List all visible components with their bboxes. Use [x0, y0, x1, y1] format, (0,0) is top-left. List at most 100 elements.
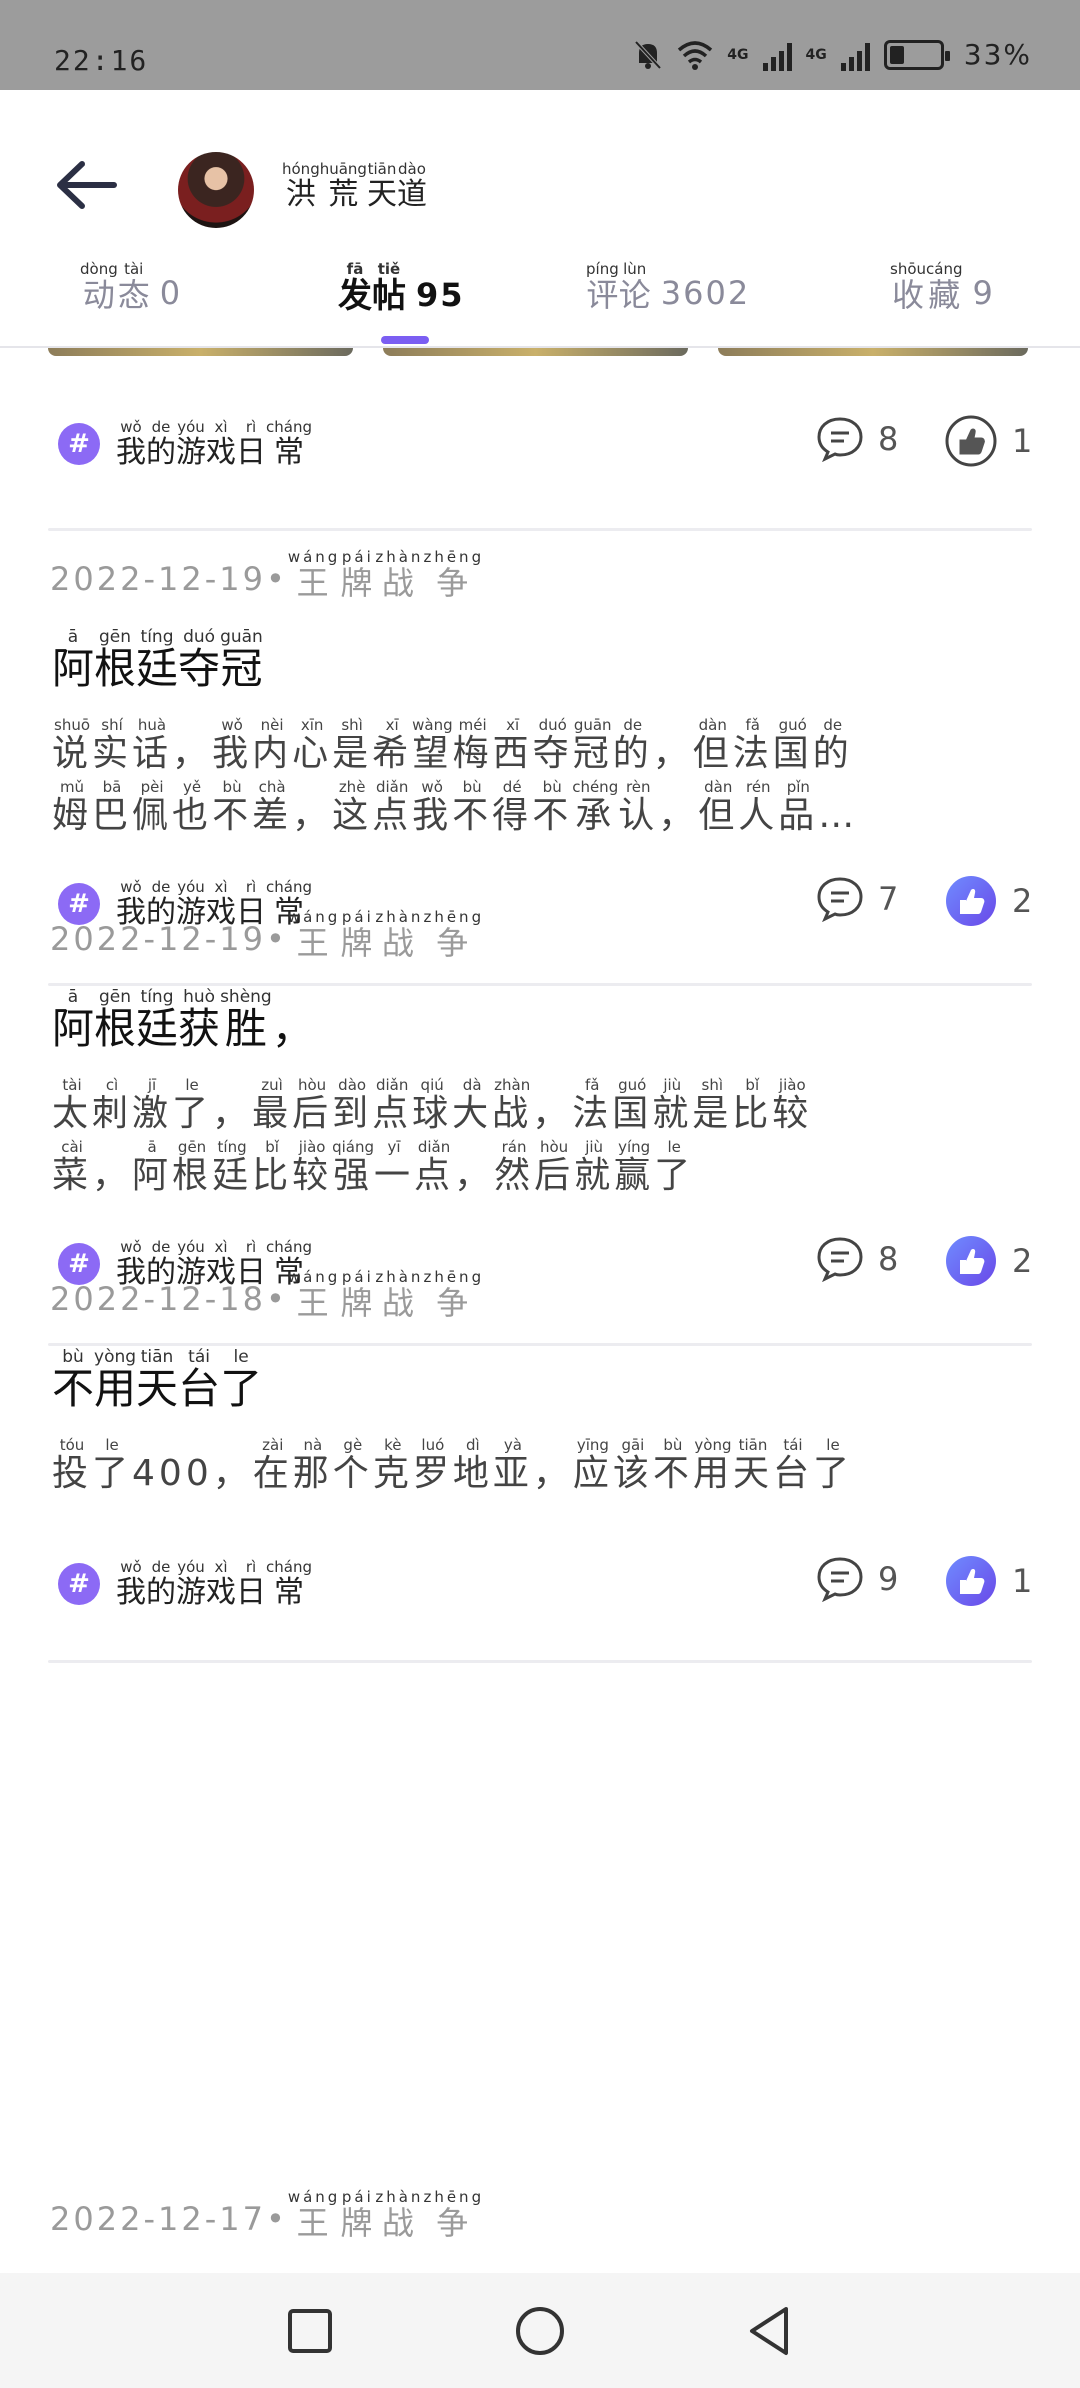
comment-stat[interactable]: 7	[816, 876, 898, 922]
like-stat[interactable]: 1	[944, 1554, 1032, 1608]
ruby-char: yīng 应	[572, 1436, 613, 1494]
ruby-char: fǎ 法	[572, 1076, 613, 1134]
ruby-char: zài 在	[252, 1436, 293, 1494]
ruby-char: xì 戏	[206, 1558, 236, 1610]
ruby-char: huāng 荒	[319, 160, 367, 212]
post-feed[interactable]: # wǒ 我 de 的 yóu 游 xì 戏 rì 日 cháng 常 8 1 2022-12-19 •…	[0, 348, 1080, 2273]
like-stat[interactable]: 2	[944, 874, 1032, 928]
tab-favorites[interactable]: shōu 收 cáng 藏 9	[890, 260, 995, 348]
post-image-edge[interactable]	[383, 348, 688, 356]
battery-percent: 33%	[963, 38, 1032, 71]
status-time: 22:16	[54, 44, 149, 77]
ruby-char: ，	[212, 1093, 253, 1134]
comment-stat[interactable]: 8	[816, 1236, 898, 1282]
ruby-char: tài 态	[117, 260, 150, 314]
ruby-char: gè 个	[332, 1436, 373, 1494]
topic-tag[interactable]: # wǒ 我 de 的 yóu 游 xì 戏 rì 日 cháng 常	[58, 418, 312, 469]
tab-comments[interactable]: píng 评 lùn 论 3602	[586, 260, 750, 348]
post-category[interactable]: wáng 王 pái 牌 zhàn 战 zhēng 争	[288, 1268, 484, 1321]
comment-count: 8	[878, 1240, 899, 1278]
ruby-char: jiào 较	[772, 1076, 813, 1134]
ruby-char: gāi 该	[612, 1436, 653, 1494]
comment-icon	[817, 1237, 863, 1282]
post-date: 2022-12-19	[50, 920, 266, 959]
post-image-edge[interactable]	[718, 348, 1028, 356]
post-body[interactable]: tài 太 cì 刺 jī 激 le 了 ， zuì 最 hòu 后 dào 到 diǎn 点 qiú 球 dà 大 z…	[52, 1076, 1012, 1199]
post-title[interactable]: ā 阿 gēn 根 tíng 廷 huò 获 shèng 胜 ，	[52, 988, 314, 1052]
ruby-char: le 了	[220, 1347, 263, 1413]
ruby-char: dà 大	[452, 1076, 493, 1134]
ruby-char: diǎn 点	[372, 1076, 413, 1134]
ruby-char: kè 克	[372, 1436, 413, 1494]
post-body-line: tài 太 cì 刺 jī 激 le 了 ， zuì 最 hòu 后 dào 到 diǎn 点 qiú 球 dà 大 z…	[52, 1076, 1012, 1134]
ruby-char: ，	[652, 733, 693, 774]
profile-tabs: dòng 动 tài 态 0 fā 发 tiě 帖 95 píng 评 lùn 论 3602 shōu 收…	[0, 260, 1080, 348]
ruby-char: bù 不	[452, 777, 493, 836]
wifi-icon	[678, 40, 713, 70]
post-body[interactable]: shuō 说 shí 实 huà 话 ， wǒ 我 nèi 内 xīn 心 shì 是 xī 希 wàng 望 mé…	[52, 716, 1012, 839]
thumbs-up-outline-icon	[945, 415, 997, 467]
ruby-char: mǔ 姆	[52, 777, 93, 836]
post-image-edge[interactable]	[48, 348, 353, 356]
home-circle-icon[interactable]	[512, 2303, 568, 2359]
post-title[interactable]: ā 阿 gēn 根 tíng 廷 duó 夺 guān 冠	[52, 628, 263, 692]
ruby-char: ，	[271, 1004, 314, 1053]
ruby-char: tóu 投	[52, 1436, 93, 1494]
ruby-char: de 的	[146, 1558, 176, 1610]
post-divider	[48, 1343, 1032, 1346]
comment-stat[interactable]: 9	[816, 1556, 898, 1602]
mute-bell-icon	[634, 40, 662, 69]
like-stat[interactable]: 1	[944, 414, 1032, 468]
ruby-char: ，	[292, 794, 333, 836]
ruby-char: píng 评	[586, 260, 619, 314]
tab-dynamics[interactable]: dòng 动 tài 态 0	[80, 260, 182, 348]
comment-icon	[817, 417, 863, 462]
tab-posts[interactable]: fā 发 tiě 帖 95	[338, 260, 465, 348]
comment-icon	[817, 877, 863, 922]
ruby-char: bā 巴	[92, 777, 133, 836]
active-tab-indicator	[381, 336, 429, 344]
post-body[interactable]: tóu 投 le 了 400 ， zài 在 nà 那 gè 个 kè 克 luó 罗 dì 地 yà 亚 ， yī…	[52, 1436, 1012, 1498]
ruby-char: dì 地	[452, 1436, 493, 1494]
ruby-char: rì 日	[236, 418, 266, 470]
comment-stat[interactable]: 8	[816, 416, 898, 462]
ruby-char: yě 也	[172, 777, 213, 836]
ruby-char: zhēng 争	[423, 548, 485, 602]
topic-tag[interactable]: # wǒ 我 de 的 yóu 游 xì 戏 rì 日 cháng 常	[58, 1558, 312, 1609]
ruby-char: ，	[454, 1154, 495, 1196]
ruby-char: xì 戏	[206, 418, 236, 470]
ruby-char: fā 发	[338, 260, 372, 316]
ruby-char: ，	[532, 1093, 573, 1134]
ruby-char: hòu 后	[292, 1076, 333, 1134]
ruby-char: gēn 根	[94, 987, 137, 1053]
ruby-char: dé 得	[492, 777, 533, 836]
ruby-char: rén 人	[738, 777, 779, 836]
comment-count: 8	[878, 420, 899, 458]
ruby-char: rì 日	[236, 1558, 266, 1610]
post-category[interactable]: wáng 王 pái 牌 zhàn 战 zhēng 争	[288, 2188, 484, 2241]
post-category[interactable]: wáng 王 pái 牌 zhàn 战 zhēng 争	[288, 548, 484, 601]
avatar[interactable]	[178, 152, 254, 228]
ruby-char: 400	[132, 1453, 213, 1494]
post-divider	[48, 983, 1032, 986]
back-triangle-icon[interactable]	[742, 2303, 798, 2359]
ruby-char: pái 牌	[340, 1268, 376, 1322]
thumbs-up-liked-icon	[946, 1236, 996, 1286]
ruby-char: wáng 王	[287, 548, 341, 602]
like-count: 2	[1012, 882, 1033, 920]
network-type-1: 4G	[727, 46, 749, 63]
post-title[interactable]: bù 不 yòng 用 tiān 天 tái 台 le 了	[52, 1348, 262, 1412]
ruby-char: shí 实	[92, 716, 133, 774]
ruby-char: huà 话	[132, 716, 173, 774]
back-arrow-icon[interactable]	[52, 150, 122, 220]
recents-square-icon[interactable]	[282, 2303, 338, 2359]
like-count: 1	[1012, 422, 1033, 460]
ruby-char: wáng 王	[287, 908, 341, 962]
username[interactable]: hóng 洪 huāng 荒 tiān 天 dào 道	[282, 160, 427, 211]
ruby-char: chà 差	[252, 777, 293, 836]
like-stat[interactable]: 2	[944, 1234, 1032, 1288]
ruby-char: jiào 较	[292, 1137, 333, 1196]
ruby-char: bù 不	[52, 1347, 95, 1413]
post-category[interactable]: wáng 王 pái 牌 zhàn 战 zhēng 争	[288, 908, 484, 961]
ruby-char: guó 国	[772, 716, 813, 774]
